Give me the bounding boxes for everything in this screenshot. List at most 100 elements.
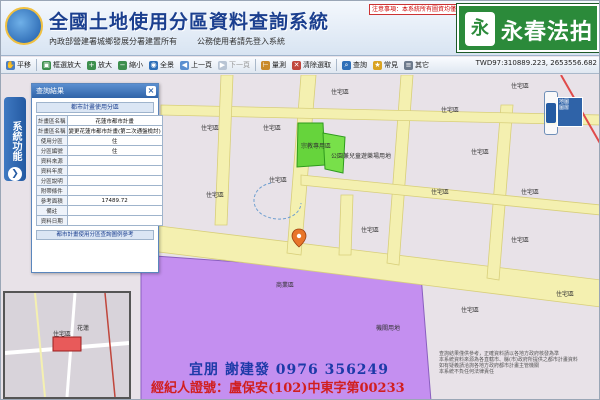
notice-marquee: 注意事項：本系統所有圖資均僅供參考 [369, 4, 457, 15]
row-key: 使用分區 [36, 135, 68, 146]
row-key: 備註 [36, 205, 68, 216]
zoom-out-label: 縮小 [129, 61, 143, 69]
menu-icon: ≡ [404, 60, 413, 70]
result-table: 計畫區名稱 花蓮市都市計畫 計畫區名稱 變更花蓮市都市計畫(第二次通盤檢討) 使用分… [36, 115, 163, 226]
measure-button[interactable]: ⊢ 量測 [258, 58, 289, 73]
common-button[interactable]: ★ 常見 [370, 58, 401, 73]
site-logo-icon [5, 7, 43, 45]
clear-selection-button[interactable]: ✕ 清除選取 [289, 58, 334, 73]
disclaimer-line: 本系統不負任何法律責任 [439, 369, 495, 375]
row-key: 分區編號 [36, 145, 68, 156]
zoom-out-button[interactable]: − 縮小 [115, 58, 146, 73]
site-subtitle-owner: 內政部營建署城鄉發展分署建置所有 [49, 37, 177, 46]
road-short [338, 194, 354, 256]
disclaimer-notes: 查詢結果僅供參考，正確資料請以各地方政府核發為準 本系統資料來源為各直轄市、縣(… [439, 351, 599, 375]
zone-label: 商業區 [276, 282, 295, 289]
clear-selection-label: 清除選取 [303, 61, 331, 69]
table-row: 參考面積 17489.72 [36, 195, 163, 206]
overview-label: 花蓮 [77, 325, 90, 332]
query-button[interactable]: ⌕ 查詢 [339, 58, 370, 73]
table-row: 計畫區名稱 變更花蓮市都市計畫(第二次通盤檢討) [36, 125, 163, 136]
zoom-in-label: 放大 [98, 61, 112, 69]
table-row: 分區編號住 [36, 145, 163, 156]
brand-name: 永春法拍 [501, 20, 594, 45]
zone-label: 住宅區 [461, 307, 480, 314]
table-row: 計畫區名稱 花蓮市都市計畫 [36, 115, 163, 126]
zone-label: 住宅區 [511, 83, 530, 90]
row-key: 分區說明 [36, 175, 68, 186]
pan-button[interactable]: ✋ 平移 [3, 58, 34, 73]
previous-view-button[interactable]: ◀ 上一頁 [177, 58, 215, 73]
next-view-button[interactable]: ▶ 下一頁 [215, 58, 253, 73]
table-row: 資料日期 [36, 215, 163, 226]
expand-arrow-icon[interactable]: ❯ [8, 167, 22, 181]
zoom-in-button[interactable]: + 放大 [84, 58, 115, 73]
row-value [66, 165, 163, 176]
row-value [66, 205, 163, 216]
zone-label: 住宅區 [206, 192, 225, 199]
eraser-icon: ✕ [292, 60, 301, 70]
table-row: 附帶條件 [36, 185, 163, 196]
zoom-box-button[interactable]: ▣ 框選放大 [39, 58, 84, 73]
pin-dot [296, 233, 302, 239]
row-key: 計畫區名稱 [36, 125, 68, 136]
zone-label: 住宅區 [201, 125, 220, 132]
measure-label: 量測 [272, 61, 286, 69]
toolbar-divider [336, 59, 337, 71]
result-caption: 都市計畫使用分區 [36, 102, 154, 113]
row-key: 資料年度 [36, 165, 68, 176]
overview-graphics [5, 293, 129, 397]
zone-label: 住宅區 [471, 149, 490, 156]
zone-label: 住宅區 [556, 291, 575, 298]
brand-watermark: 永 永春法拍 [457, 4, 599, 52]
row-value [66, 215, 163, 226]
zone-label: 住宅區 [521, 189, 540, 196]
zoom-slider-thumb[interactable] [546, 103, 556, 123]
agent-license: 經紀人證號：盧保安(102)中東字第00233 [151, 381, 405, 396]
other-label: 其它 [415, 61, 429, 69]
globe-icon: ◉ [149, 60, 158, 70]
overview-map[interactable]: 花蓮 住宅區 [3, 291, 131, 399]
ruler-icon: ⊢ [261, 60, 270, 70]
table-row: 分區說明 [36, 175, 163, 186]
close-icon[interactable]: × [146, 86, 156, 96]
overview-label: 住宅區 [53, 331, 72, 338]
site-header: 全國土地使用分區資料查詢系統 內政部營建署城鄉發展分署建置所有 公務使用者請先登… [1, 1, 599, 56]
layer-switcher[interactable]: 地圖 圖層 [557, 97, 583, 127]
table-row: 資料來源 [36, 155, 163, 166]
zone-label: 住宅區 [441, 107, 460, 114]
system-functions-label: 系統功能 [10, 121, 21, 161]
full-extent-button[interactable]: ◉ 全景 [146, 58, 177, 73]
toolbar-divider [36, 59, 37, 71]
previous-view-label: 上一頁 [191, 61, 212, 69]
row-value: 17489.72 [66, 195, 163, 206]
query-label: 查詢 [353, 61, 367, 69]
site-login-hint[interactable]: 公務使用者請先登入系統 [197, 36, 285, 47]
row-key: 資料來源 [36, 155, 68, 166]
zoom-in-icon: + [87, 60, 96, 70]
overview-extent-box[interactable] [52, 336, 82, 352]
full-extent-label: 全景 [160, 61, 174, 69]
other-button[interactable]: ≡ 其它 [401, 58, 432, 73]
common-label: 常見 [384, 61, 398, 69]
row-key: 計畫區名稱 [36, 115, 68, 126]
row-value: 變更花蓮市都市計畫(第二次通盤檢討) [66, 125, 163, 136]
query-result-panel: 查詢結果 × 都市計畫使用分區 計畫區名稱 花蓮市都市計畫 計畫區名稱 變更花蓮市都… [31, 83, 163, 273]
result-panel-title: 查詢結果 [36, 87, 64, 95]
forward-icon: ▶ [218, 60, 227, 70]
map-toolbar: ✋ 平移 ▣ 框選放大 + 放大 − 縮小 ◉ 全景 ◀ 上一頁 ▶ 下一頁 ⊢ 量測 ✕ 清除選… [1, 57, 599, 74]
next-view-label: 下一頁 [229, 61, 250, 69]
zone-label: 住宅區 [511, 237, 530, 244]
pan-label: 平移 [17, 61, 31, 69]
zone-label: 住宅區 [361, 227, 380, 234]
layer-line: 圖層 [559, 105, 570, 111]
agent-contact: 宜朋 謝建發 0976 356249 [189, 362, 390, 378]
row-value [66, 175, 163, 186]
hand-icon: ✋ [6, 60, 15, 70]
legend-reference-link[interactable]: 都市計畫使用分區查詢圖例參考 [36, 230, 154, 240]
table-row: 使用分區住 [36, 135, 163, 146]
back-icon: ◀ [180, 60, 189, 70]
toolbar-divider [255, 59, 256, 71]
table-row: 備註 [36, 205, 163, 216]
row-value [66, 185, 163, 196]
